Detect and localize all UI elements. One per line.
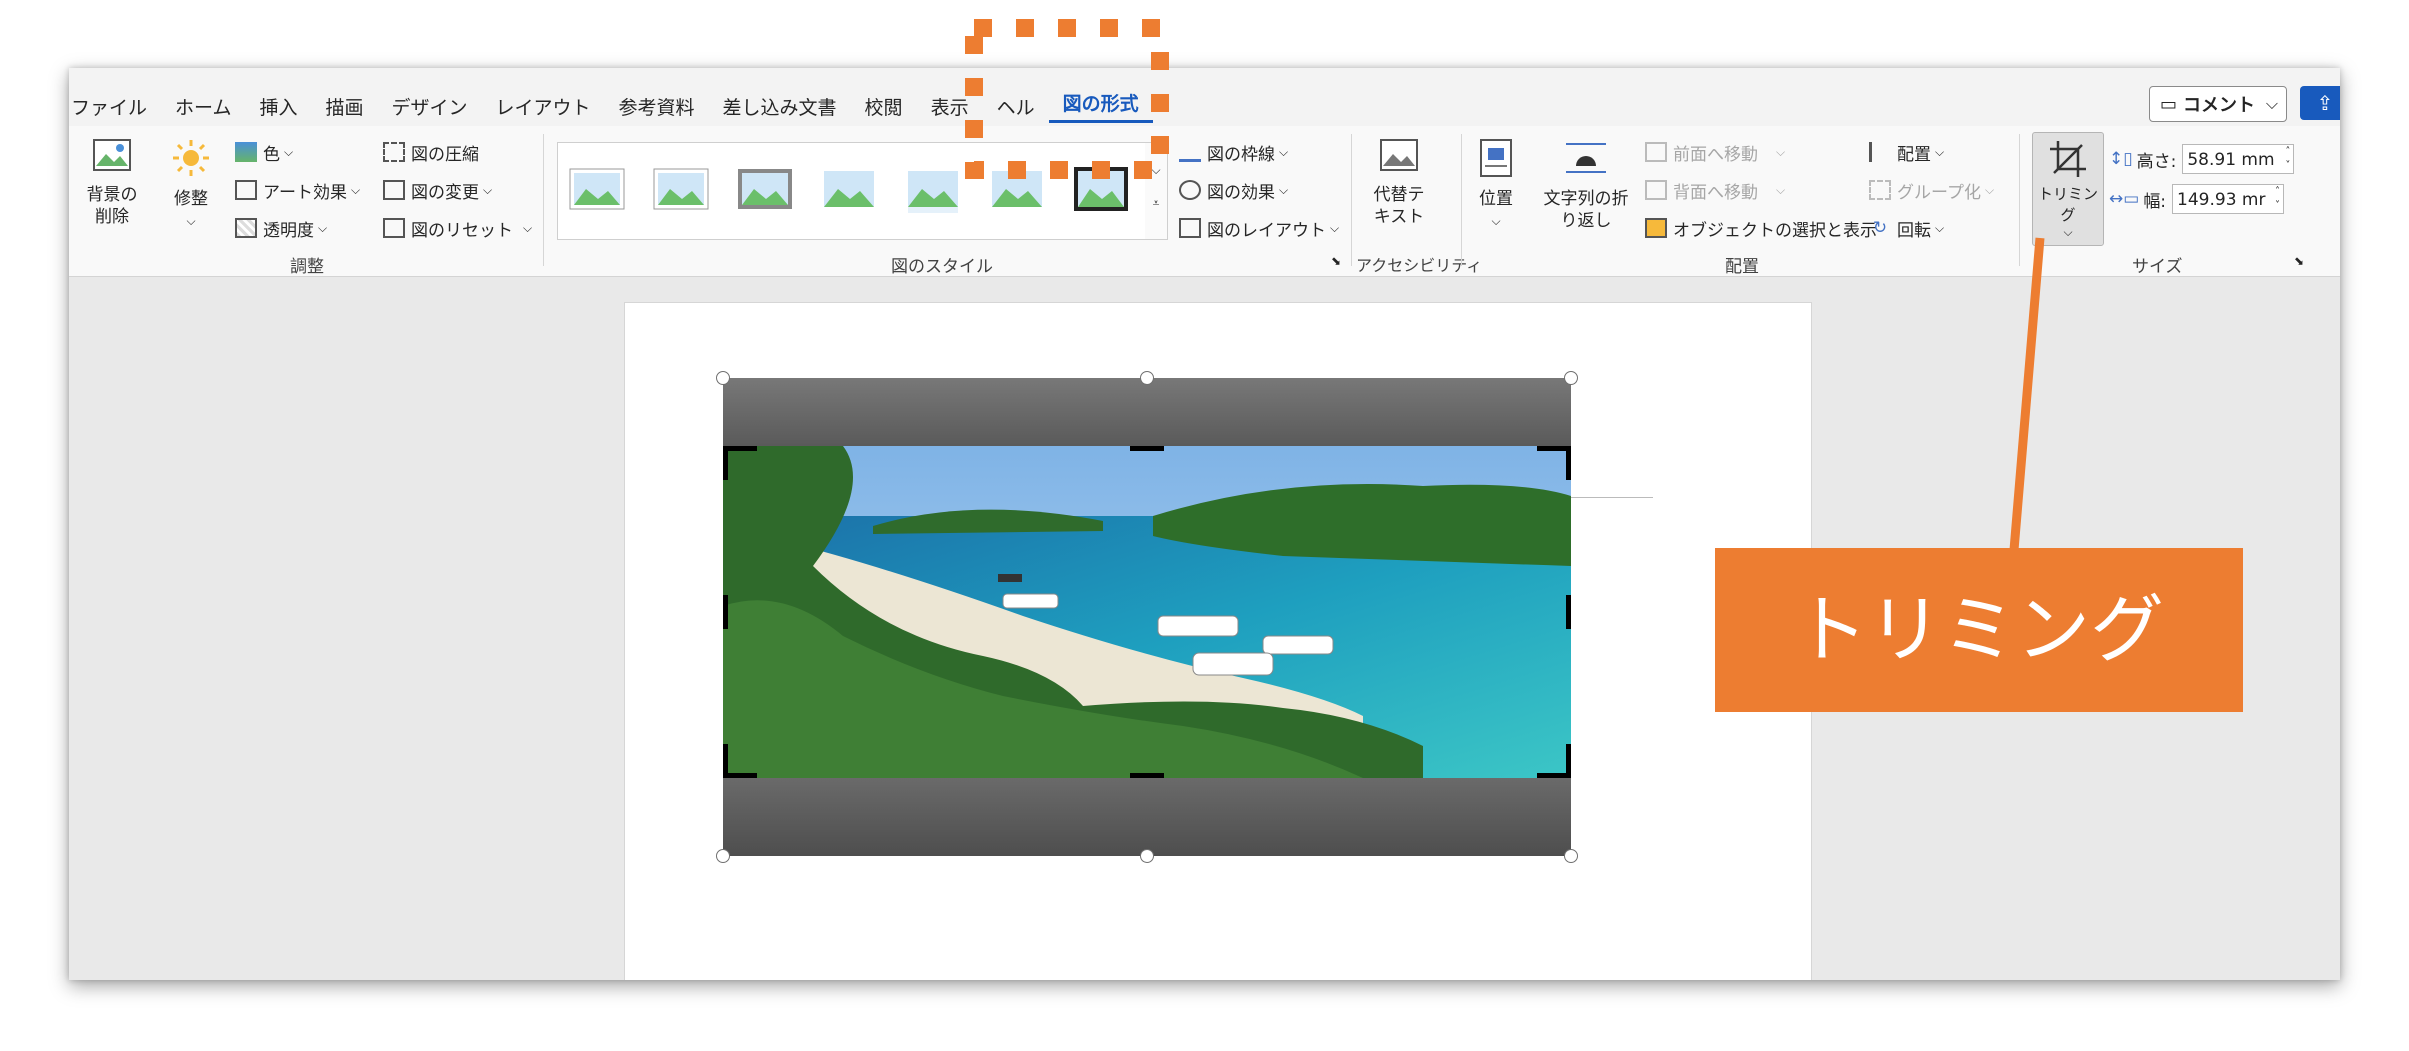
callout-pointer-line [2009,237,2045,551]
annotation-overlay [965,19,2045,551]
crop-callout: トリミング [1715,548,2243,712]
highlight-dashed-box [965,19,1169,179]
